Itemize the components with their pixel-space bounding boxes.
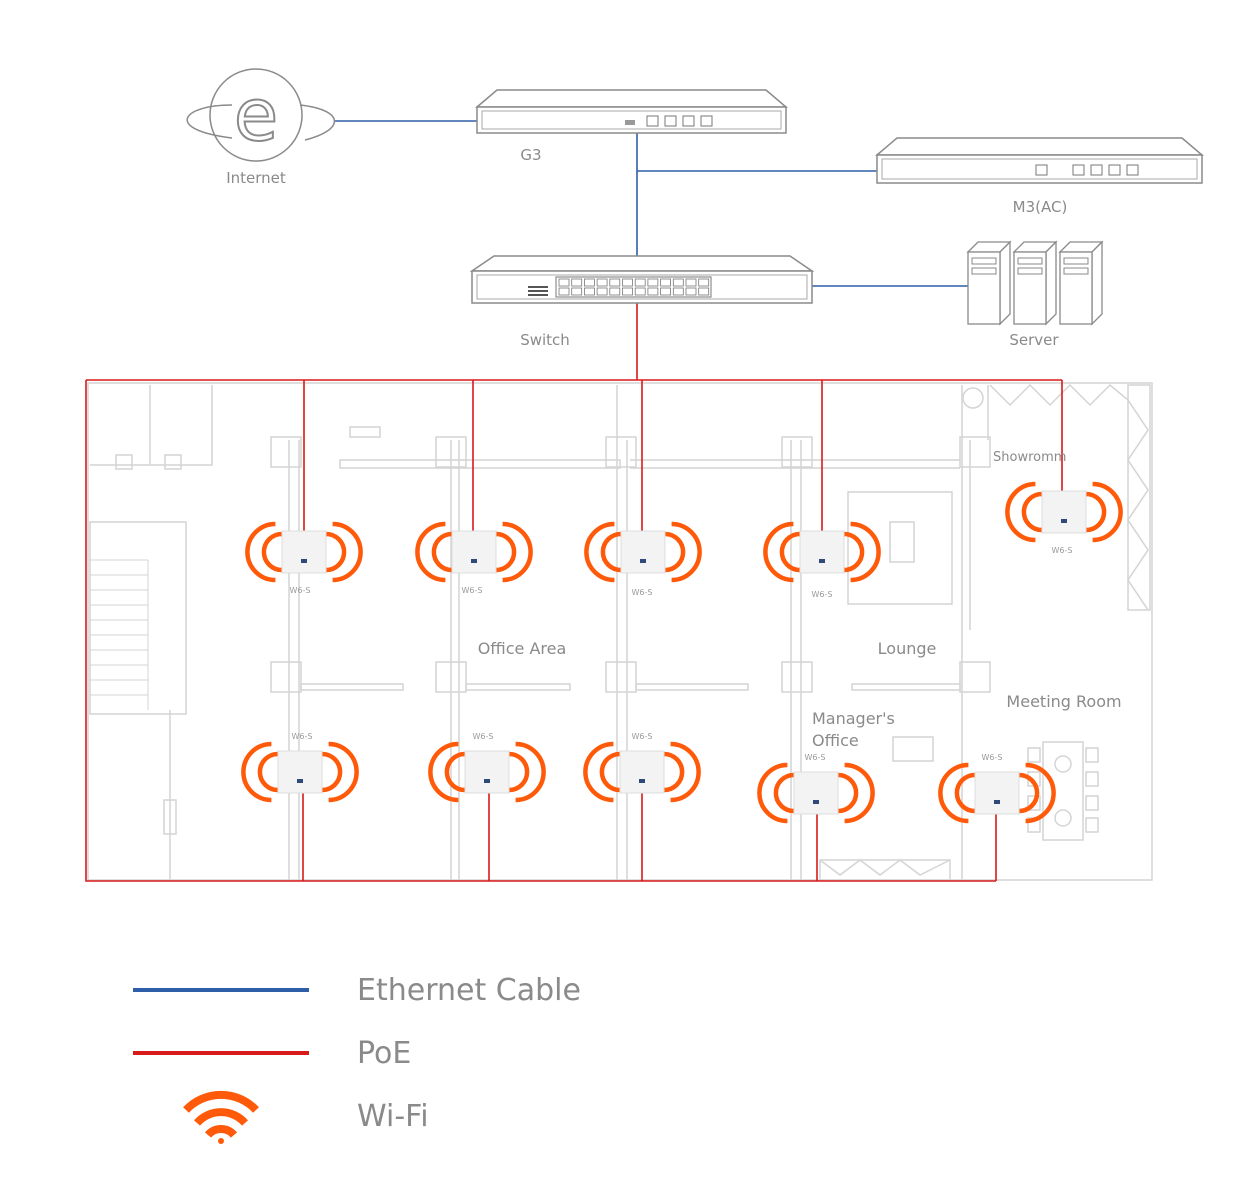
ap-model-label: W6-S xyxy=(1052,546,1073,555)
network-diagram: e Internet G3 M3(AC) Switch Server Offic… xyxy=(85,68,1205,1144)
legend-wifi-label: Wi-Fi xyxy=(357,1099,429,1134)
access-point-w6s[interactable]: W6-S xyxy=(415,521,533,595)
ap-model-label: W6-S xyxy=(982,753,1003,762)
access-point-w6s[interactable]: W6-S xyxy=(584,521,702,597)
room-managers-office-2: Office xyxy=(812,731,859,750)
ap-model-label: W6-S xyxy=(632,732,653,741)
access-point-w6s[interactable]: W6-S xyxy=(763,521,881,599)
room-managers-office-1: Manager's xyxy=(812,709,895,728)
internet-label: Internet xyxy=(226,169,286,187)
m3-label: M3(AC) xyxy=(1013,198,1068,216)
m3-controller[interactable] xyxy=(874,137,1205,184)
ap-model-label: W6-S xyxy=(632,588,653,597)
ap-model-label: W6-S xyxy=(462,586,483,595)
access-point-w6s[interactable]: W6-S xyxy=(1005,481,1123,555)
access-point-w6s[interactable]: W6-S xyxy=(428,732,546,803)
legend: Ethernet Cable PoE Wi-Fi xyxy=(133,973,581,1144)
legend-poe-label: PoE xyxy=(357,1036,411,1071)
server-label: Server xyxy=(1009,331,1059,349)
g3-gateway[interactable] xyxy=(474,89,789,134)
legend-ethernet-label: Ethernet Cable xyxy=(357,973,581,1008)
room-showroom: Showromm xyxy=(993,450,1066,465)
wifi-icon xyxy=(183,1090,259,1144)
room-office-area: Office Area xyxy=(478,639,567,658)
g3-label: G3 xyxy=(520,146,541,164)
room-meeting-room: Meeting Room xyxy=(1006,692,1121,711)
ap-model-label: W6-S xyxy=(290,586,311,595)
access-point-w6s[interactable]: W6-S xyxy=(245,521,363,595)
access-points: W6-S W6-S W6-S W6-S W6-S W6-S W6-S W6-S W6-S W6-S xyxy=(241,481,1123,824)
access-point-w6s[interactable]: W6-S xyxy=(757,753,875,824)
ap-model-label: W6-S xyxy=(812,590,833,599)
ap-model-label: W6-S xyxy=(473,732,494,741)
ap-model-label: W6-S xyxy=(292,732,313,741)
room-lounge: Lounge xyxy=(878,639,937,658)
access-point-w6s[interactable]: W6-S xyxy=(583,732,701,803)
access-point-w6s[interactable]: W6-S xyxy=(241,732,359,803)
access-point-w6s[interactable]: W6-S xyxy=(938,753,1056,824)
internet-icon: e xyxy=(186,68,336,162)
poe-cables xyxy=(85,303,1063,882)
ap-model-label: W6-S xyxy=(805,753,826,762)
svg-text:e: e xyxy=(234,73,278,157)
server-icon[interactable] xyxy=(966,240,1104,326)
switch-device[interactable] xyxy=(469,255,815,304)
switch-label: Switch xyxy=(520,331,570,349)
